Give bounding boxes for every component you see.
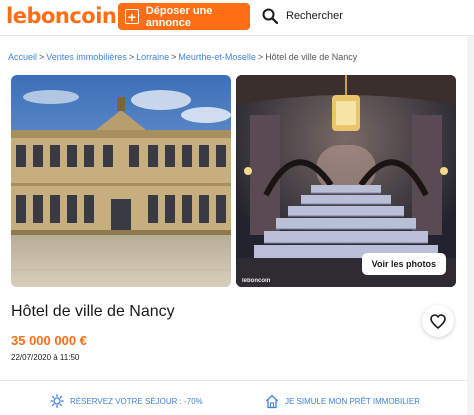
breadcrumb: Accueil > Ventes immobilières > Lorraine > Meu… xyxy=(8,52,357,62)
loan-simulator-link[interactable]: JE SIMULE MON PRÊT IMMOBILIER xyxy=(265,394,420,409)
book-stay-link[interactable]: RÉSERVEZ VOTRE SÉJOUR : -70% xyxy=(50,394,203,408)
breadcrumb-item-accueil[interactable]: Accueil xyxy=(8,52,37,62)
facade-image xyxy=(11,75,231,287)
breadcrumb-separator: > xyxy=(128,52,135,62)
breadcrumb-current: Hôtel de ville de Nancy xyxy=(265,52,358,62)
search-icon xyxy=(262,8,278,24)
see-photos-button[interactable]: Voir les photos xyxy=(361,253,446,275)
photo-staircase[interactable]: leboncoin Voir les photos xyxy=(236,75,456,287)
listing-title: Hôtel de ville de Nancy xyxy=(11,303,175,320)
breadcrumb-separator: > xyxy=(39,52,45,62)
breadcrumb-separator: > xyxy=(171,52,177,62)
breadcrumb-item-lorraine[interactable]: Lorraine xyxy=(136,52,169,62)
leboncoin-watermark: leboncoin xyxy=(242,278,271,284)
house-icon xyxy=(266,394,278,409)
breadcrumb-item-ventes-immobilieres[interactable]: Ventes immobilières xyxy=(46,52,127,62)
heart-icon xyxy=(430,313,446,329)
scrollbar-track[interactable] xyxy=(467,36,474,415)
favorite-button[interactable] xyxy=(422,305,454,337)
listing-date: 22/07/2020 à 11:50 xyxy=(11,353,80,362)
listing-price: 35 000 000 € xyxy=(11,333,87,348)
top-header: leboncoin + Déposer une annonce Recherch… xyxy=(0,0,474,36)
post-ad-label: Déposer une annonce xyxy=(145,4,213,29)
book-stay-label: RÉSERVEZ VOTRE SÉJOUR : -70% xyxy=(70,396,203,406)
post-ad-button[interactable]: + Déposer une annonce xyxy=(118,3,250,30)
breadcrumb-item-meurthe-et-moselle[interactable]: Meurthe-et-Moselle xyxy=(178,52,256,62)
search-button[interactable]: Rechercher xyxy=(262,8,343,24)
section-divider xyxy=(0,380,474,381)
photo-facade[interactable] xyxy=(11,75,231,287)
leboncoin-logo[interactable]: leboncoin xyxy=(6,4,117,28)
loan-simulator-label: JE SIMULE MON PRÊT IMMOBILIER xyxy=(285,397,420,406)
breadcrumb-separator: > xyxy=(257,52,264,62)
plus-icon: + xyxy=(125,9,139,24)
sun-icon xyxy=(50,394,64,408)
search-label: Rechercher xyxy=(286,10,343,22)
